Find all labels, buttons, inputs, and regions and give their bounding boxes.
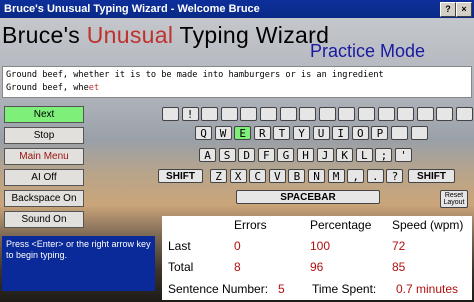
time-spent-value: 0.7 minutes <box>396 282 459 296</box>
key-punct-9[interactable]: ? <box>386 169 404 183</box>
key-u[interactable]: U <box>312 126 330 140</box>
current-word-text: et <box>88 83 100 93</box>
total-row-label: Total <box>168 260 194 274</box>
last-errors-value: 0 <box>234 239 241 253</box>
key-row0-4[interactable] <box>240 107 258 121</box>
errors-header: Errors <box>234 218 267 232</box>
key-f[interactable]: F <box>257 148 275 162</box>
key-h[interactable]: H <box>297 148 314 162</box>
stop-button[interactable]: Stop <box>4 127 84 144</box>
key-row0-2[interactable] <box>201 107 219 121</box>
typing-panel[interactable]: Ground beef, whether it is to be made in… <box>2 66 472 98</box>
speed-header: Speed (wpm) <box>392 218 464 232</box>
close-button[interactable]: × <box>456 2 472 17</box>
spacebar-key[interactable]: SPACEBAR <box>236 190 380 204</box>
window-title: Bruce's Unusual Typing Wizard - Welcome … <box>4 3 260 15</box>
key-blank-11[interactable] <box>410 126 428 140</box>
key-c[interactable]: C <box>249 169 267 183</box>
heading-part1: Bruce's <box>2 22 87 48</box>
typed-text-line: Ground beef, wheet <box>6 83 99 93</box>
key-row0-7[interactable] <box>299 107 317 121</box>
key-row0-5[interactable] <box>260 107 277 121</box>
shift-right-key[interactable]: SHIFT <box>408 169 455 183</box>
time-spent-label: Time Spent: <box>312 282 377 296</box>
key-s[interactable]: S <box>218 148 236 162</box>
sentence-number-label: Sentence Number: <box>168 282 269 296</box>
total-percentage-value: 96 <box>310 260 324 274</box>
key-t[interactable]: T <box>273 126 291 140</box>
key-a[interactable]: A <box>199 148 216 162</box>
key-row0-10[interactable] <box>358 107 375 121</box>
key-row0-3[interactable] <box>220 107 238 121</box>
key-k[interactable]: K <box>336 148 354 162</box>
reset-layout-button[interactable]: Reset Layout <box>440 190 468 208</box>
last-percentage-value: 100 <box>310 239 331 253</box>
key-q[interactable]: Q <box>195 126 212 140</box>
ai-toggle-button[interactable]: AI Off <box>4 169 84 186</box>
key-punct-9[interactable]: ; <box>375 148 393 162</box>
key-x[interactable]: X <box>229 169 247 183</box>
key-v[interactable]: V <box>268 169 286 183</box>
key-punct-8[interactable]: . <box>366 169 384 183</box>
key-g[interactable]: G <box>277 148 295 162</box>
sound-toggle-button[interactable]: Sound On <box>4 211 84 228</box>
key-d[interactable]: D <box>238 148 256 162</box>
key-y[interactable]: Y <box>293 126 310 140</box>
help-button[interactable]: ? <box>440 2 456 17</box>
key-row0-11[interactable] <box>377 107 395 121</box>
key-row0-15[interactable] <box>456 107 473 121</box>
key-row0-12[interactable] <box>397 107 415 121</box>
key-row0-1[interactable]: ! <box>181 107 199 121</box>
key-j[interactable]: J <box>316 148 334 162</box>
typed-text: Ground beef, whe <box>6 83 89 93</box>
key-z[interactable]: Z <box>210 169 227 183</box>
total-errors-value: 8 <box>234 260 241 274</box>
title-bar: Bruce's Unusual Typing Wizard - Welcome … <box>0 0 474 18</box>
key-i[interactable]: I <box>332 126 350 140</box>
onscreen-keyboard: ! QWERTYUIOP A S D F G H J K L; ' SHIFT Z X C V B N M,.? S… <box>158 104 473 211</box>
key-punct-10[interactable]: ' <box>395 148 412 162</box>
key-row0-8[interactable] <box>318 107 336 121</box>
key-row0-9[interactable] <box>338 107 356 121</box>
app-window: Bruce's Unusual Typing Wizard - Welcome … <box>0 0 474 302</box>
key-o[interactable]: O <box>351 126 369 140</box>
mode-label: Practice Mode <box>310 41 426 61</box>
instructions-text: Press <Enter> or the right arrow key to … <box>6 239 151 260</box>
heading-part2: Unusual <box>86 22 174 48</box>
key-e[interactable]: E <box>234 126 252 140</box>
heading-part3: Typing Wizard <box>173 22 330 48</box>
stats-panel: Errors Percentage Speed (wpm) Last 0 100… <box>162 216 472 300</box>
key-b[interactable]: B <box>288 169 306 183</box>
target-text: Ground beef, whether it is to be made in… <box>6 70 384 80</box>
sentence-number-value: 5 <box>278 282 285 296</box>
key-row0-6[interactable] <box>279 107 297 121</box>
key-l[interactable]: L <box>355 148 373 162</box>
key-row0-13[interactable] <box>416 107 434 121</box>
key-row0-0[interactable] <box>162 107 179 121</box>
key-punct-7[interactable]: , <box>347 169 365 183</box>
key-m[interactable]: M <box>327 169 345 183</box>
main-menu-button[interactable]: Main Menu <box>4 148 84 165</box>
backspace-toggle-button[interactable]: Backspace On <box>4 190 84 207</box>
total-speed-value: 85 <box>392 260 406 274</box>
key-blank-10[interactable] <box>391 126 408 140</box>
percentage-header: Percentage <box>310 218 372 232</box>
key-r[interactable]: R <box>253 126 271 140</box>
shift-left-key[interactable]: SHIFT <box>158 169 203 183</box>
app-heading: Bruce's Unusual Typing Wizard <box>2 22 329 49</box>
key-p[interactable]: P <box>371 126 389 140</box>
instructions-panel: Press <Enter> or the right arrow key to … <box>2 236 155 291</box>
last-speed-value: 72 <box>392 239 406 253</box>
key-w[interactable]: W <box>214 126 232 140</box>
last-row-label: Last <box>168 239 191 253</box>
key-n[interactable]: N <box>308 169 325 183</box>
key-row0-14[interactable] <box>436 107 454 121</box>
next-button[interactable]: Next <box>4 106 84 123</box>
